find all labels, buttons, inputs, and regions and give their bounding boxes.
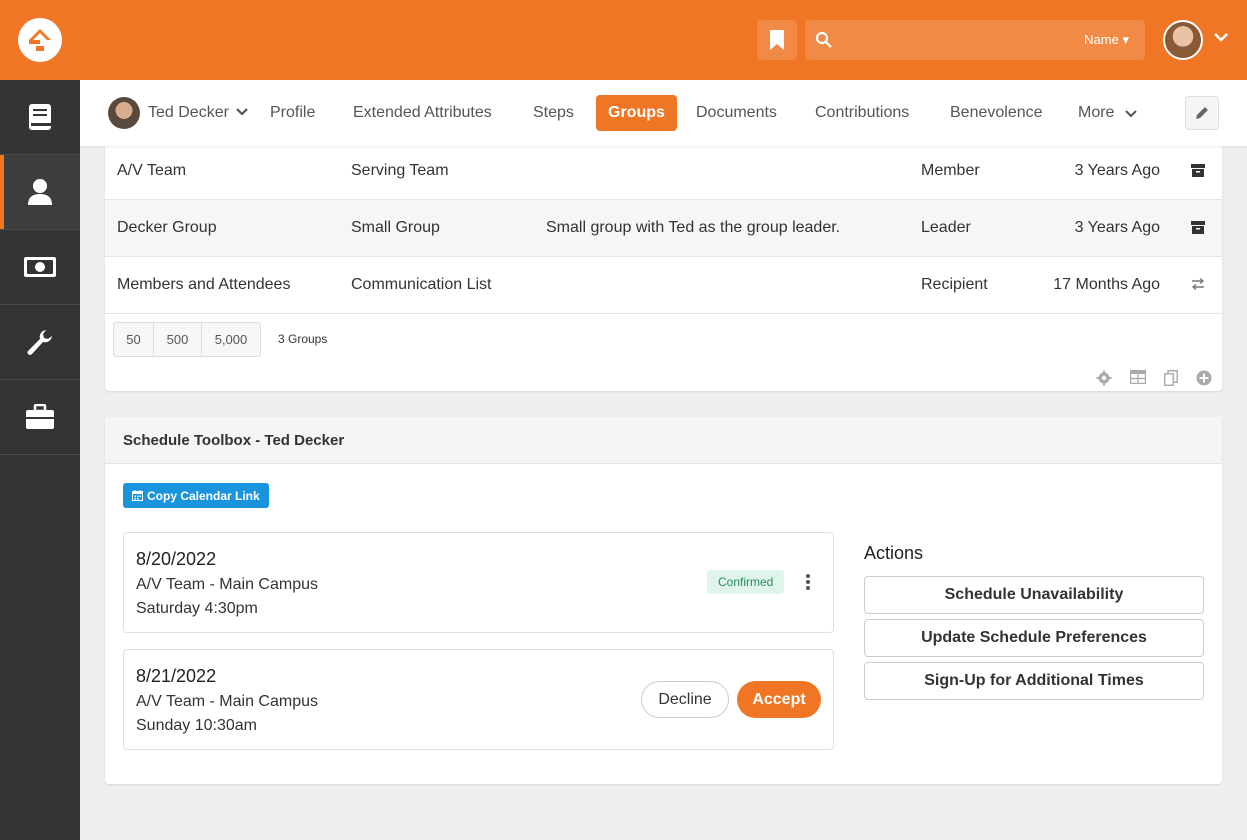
- sidebar-item-book[interactable]: [0, 80, 80, 155]
- decline-button[interactable]: Decline: [641, 681, 729, 718]
- briefcase-icon: [26, 404, 54, 429]
- person-nav: Ted Decker Profile Extended Attributes S…: [80, 80, 1247, 146]
- page-size-option[interactable]: 500: [154, 323, 202, 356]
- user-avatar[interactable]: [1163, 20, 1203, 60]
- sidebar-item-tools[interactable]: [0, 305, 80, 380]
- occurrence-time: Saturday 4:30pm: [136, 600, 258, 617]
- grid-actions: [1096, 370, 1212, 386]
- occurrence-date: 8/20/2022: [136, 549, 217, 569]
- schedule-occurrence: 8/21/2022 A/V Team - Main Campus Sunday …: [123, 649, 834, 750]
- chevron-down-icon[interactable]: [1213, 31, 1229, 43]
- schedule-unavailability-button[interactable]: Schedule Unavailability: [864, 576, 1204, 614]
- search-icon: [815, 31, 832, 48]
- person-avatar: [108, 97, 140, 129]
- edit-button[interactable]: [1185, 96, 1219, 130]
- table-row[interactable]: Members and Attendees Communication List…: [105, 257, 1222, 314]
- page-size-option[interactable]: 50: [114, 323, 154, 356]
- tab-contributions[interactable]: Contributions: [815, 104, 909, 122]
- rock-logo-icon[interactable]: [18, 18, 62, 62]
- group-type: Small Group: [351, 219, 440, 236]
- gear-icon[interactable]: [1096, 370, 1112, 386]
- table-row[interactable]: Decker Group Small Group Small group wit…: [105, 200, 1222, 257]
- tab-groups[interactable]: Groups: [596, 95, 677, 131]
- group-name: Members and Attendees: [117, 276, 291, 293]
- tab-more[interactable]: More: [1078, 104, 1114, 122]
- calendar-icon: [132, 490, 143, 501]
- sidebar-item-finance[interactable]: [0, 230, 80, 305]
- person-icon: [28, 179, 52, 205]
- group-role: Recipient: [921, 276, 988, 293]
- tab-profile[interactable]: Profile: [270, 104, 315, 122]
- search-scope-dropdown[interactable]: Name ▾: [1084, 32, 1129, 48]
- add-circle-icon[interactable]: [1196, 370, 1212, 386]
- sidebar: [0, 80, 80, 840]
- bookmark-icon: [770, 30, 784, 50]
- table-icon[interactable]: [1130, 370, 1146, 384]
- pencil-icon: [1196, 107, 1208, 119]
- schedule-occurrence: 8/20/2022 A/V Team - Main Campus Saturda…: [123, 532, 834, 633]
- tab-documents[interactable]: Documents: [696, 104, 777, 122]
- copy-calendar-link-button[interactable]: Copy Calendar Link: [123, 483, 269, 508]
- result-count: 3 Groups: [278, 332, 328, 346]
- copy-icon[interactable]: [1164, 370, 1178, 386]
- page-size-option[interactable]: 5,000: [202, 323, 260, 356]
- book-icon: [29, 104, 51, 130]
- page-size-selector: 50 500 5,000: [113, 322, 261, 357]
- sign-up-additional-times-button[interactable]: Sign-Up for Additional Times: [864, 662, 1204, 700]
- group-date: 17 Months Ago: [1053, 276, 1160, 293]
- occurrence-location: A/V Team - Main Campus: [136, 576, 318, 593]
- accept-button[interactable]: Accept: [737, 681, 821, 718]
- group-role: Member: [921, 162, 980, 179]
- person-name[interactable]: Ted Decker: [148, 104, 229, 122]
- actions-heading: Actions: [864, 543, 924, 563]
- wrench-icon: [27, 330, 52, 355]
- group-name: Decker Group: [117, 219, 217, 236]
- sidebar-item-admin[interactable]: [0, 380, 80, 455]
- occurrence-location: A/V Team - Main Campus: [136, 693, 318, 710]
- group-description: Small group with Ted as the group leader…: [546, 219, 841, 236]
- table-row[interactable]: A/V Team Serving Team Member 3 Years Ago: [105, 143, 1222, 200]
- schedule-toolbox-panel: Schedule Toolbox - Ted Decker Copy Calen…: [105, 417, 1222, 784]
- chevron-down-icon[interactable]: [1125, 109, 1137, 118]
- panel-title: Schedule Toolbox - Ted Decker: [105, 417, 1222, 464]
- exchange-icon[interactable]: [1191, 278, 1205, 290]
- bookmark-button[interactable]: [757, 20, 797, 60]
- money-icon: [24, 257, 56, 277]
- update-schedule-preferences-button[interactable]: Update Schedule Preferences: [864, 619, 1204, 657]
- group-date: 3 Years Ago: [1074, 162, 1160, 179]
- group-role: Leader: [921, 219, 971, 236]
- search-scope-label: Name: [1084, 32, 1119, 47]
- group-date: 3 Years Ago: [1074, 219, 1160, 236]
- groups-panel: A/V Team Serving Team Member 3 Years Ago…: [105, 130, 1222, 391]
- group-type: Serving Team: [351, 162, 449, 179]
- status-badge: Confirmed: [707, 570, 785, 594]
- sidebar-item-people[interactable]: [0, 155, 80, 230]
- kebab-menu-icon[interactable]: [805, 573, 811, 591]
- occurrence-time: Sunday 10:30am: [136, 717, 257, 734]
- tab-extended-attributes[interactable]: Extended Attributes: [353, 104, 492, 122]
- chevron-down-icon[interactable]: [235, 107, 249, 117]
- search-input[interactable]: Name ▾: [805, 20, 1145, 60]
- occurrence-date: 8/21/2022: [136, 666, 217, 686]
- tab-benevolence[interactable]: Benevolence: [950, 104, 1043, 122]
- copy-calendar-link-label: Copy Calendar Link: [147, 488, 260, 503]
- top-bar: Name ▾: [0, 0, 1247, 80]
- archive-icon[interactable]: [1191, 221, 1205, 234]
- archive-icon[interactable]: [1191, 164, 1205, 177]
- tab-steps[interactable]: Steps: [533, 104, 574, 122]
- group-type: Communication List: [351, 276, 492, 293]
- group-name: A/V Team: [117, 162, 187, 179]
